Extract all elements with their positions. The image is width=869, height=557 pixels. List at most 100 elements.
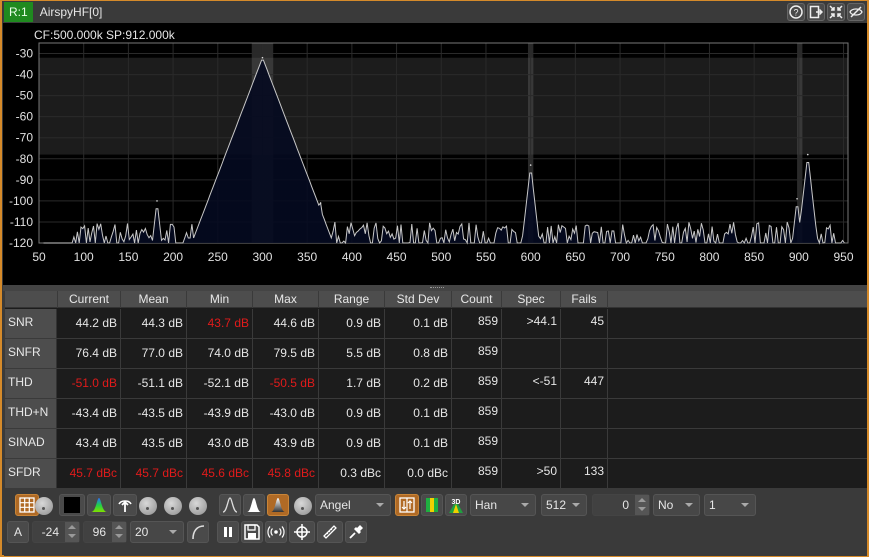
column-header[interactable]: Fails [561,291,608,308]
markers-button[interactable] [289,521,315,543]
averaging-count-value: 1 [709,498,716,512]
background-color-button[interactable] [59,494,85,516]
table-cell: 0.8 dB [385,339,452,368]
peak-filled-icon [247,498,261,512]
range-spinbox[interactable]: 96 [83,521,127,543]
rollup-badge[interactable]: R:1 [4,2,33,22]
column-header[interactable]: Current [58,291,121,308]
column-header[interactable]: Std Dev [385,291,452,308]
floppy-disk-icon [244,524,260,540]
toolbar: Angel 3D Han 512 0 No 1 A -24 96 20 [4,492,867,556]
spectrum-plot[interactable]: 50 100 150 200 250 300 350 400 450 500 550 600 650 70… [3,23,867,285]
table-row[interactable]: SNR 44.2 dB 44.3 dB 43.7 dB 44.6 dB 0.9 dB 0.1… [5,309,867,339]
averaging-count-select[interactable]: 1 [704,494,756,516]
table-cell: 44.2 dB [58,309,121,338]
decay-dial[interactable] [139,497,157,515]
spectrum-fill-button[interactable] [87,494,111,516]
table-row[interactable]: SNFR 76.4 dB 77.0 dB 74.0 dB 79.5 dB 5.5 dB 0.… [5,339,867,369]
table-cell: 43.4 dB [58,429,121,458]
table-row[interactable]: SINAD 43.4 dB 43.5 dB 43.0 dB 43.9 dB 0.9 dB 0… [5,429,867,459]
calibration-button[interactable] [317,521,343,543]
auto-scale-button[interactable]: A [7,521,29,543]
spin-up-icon[interactable] [68,525,76,529]
table-row[interactable]: THD+N -43.4 dB -43.5 dB -43.9 dB -43.0 dB 0.9… [5,399,867,429]
table-cell: 0.1 dB [385,429,452,458]
column-header[interactable] [5,291,58,308]
spin-up-icon[interactable] [638,498,646,502]
x-tick-label: 750 [655,250,675,264]
decay-divisor-dial[interactable] [164,497,182,515]
help-icon[interactable]: ? [787,3,805,21]
reference-level-spinbox[interactable]: -24 [32,521,80,543]
center-freq-span-label: CF:500.000k SP:912.000k [34,28,175,42]
table-cell: 44.6 dB [253,309,319,338]
table-cell [561,339,608,368]
histogram-button[interactable] [421,494,443,516]
chevron-down-icon [169,530,177,534]
settings-pin-button[interactable] [345,521,367,543]
table-cell: 0.9 dB [319,309,385,338]
fft-size-select[interactable]: 512 [541,494,587,516]
save-button[interactable] [241,521,263,543]
pin-icon [349,525,363,539]
color-swatch [64,497,80,513]
measurement-button[interactable] [265,521,287,543]
row-header[interactable]: SNFR [5,339,57,368]
x-tick-label: 450 [387,250,407,264]
trace-fill-button[interactable] [243,494,265,516]
trace-intensity-dial[interactable] [294,497,312,515]
table-cell: 0.1 dB [385,309,452,338]
x-tick-label: 200 [163,250,183,264]
measurements-table: Current Mean Min Max Range Std Dev Count Spec Fa… [5,291,867,489]
column-header[interactable]: Count [452,291,502,308]
waterfall-toggle-button[interactable] [395,494,419,516]
spin-down-icon[interactable] [68,534,76,538]
x-tick-label: 800 [699,250,719,264]
column-header[interactable]: Range [319,291,385,308]
column-header[interactable]: Min [187,291,253,308]
row-header[interactable]: SFDR [5,459,57,488]
stroke-dial[interactable] [189,497,207,515]
trace-gradient-button[interactable] [267,494,289,516]
table-cell: 859 [452,429,502,458]
row-header[interactable]: THD+N [5,399,57,428]
fft-offset-spinbox[interactable]: 0 [592,494,650,516]
spectrum-chart[interactable]: 50 100 150 200 250 300 350 400 450 500 550 600 650 70… [3,23,867,285]
x-tick-label: 400 [342,250,362,264]
spin-up-icon[interactable] [115,525,123,529]
table-row[interactable]: THD -51.0 dB -51.1 dB -52.1 dB -50.5 dB 1.7 d… [5,369,867,399]
column-header[interactable]: Spec [502,291,561,308]
fft-offset-value: 0 [622,498,629,512]
trace-line-button[interactable] [219,494,241,516]
chevron-down-icon [685,503,693,507]
table-cell: -52.1 dB [187,369,253,398]
colormap-select[interactable]: Angel [315,494,391,516]
fft-window-select[interactable]: Han [470,494,536,516]
table-cell: -43.5 dB [121,399,187,428]
row-header[interactable]: SNR [5,309,57,338]
x-tick-label: 900 [789,250,809,264]
y-tick-label: -110 [10,215,33,229]
x-tick-label: 250 [208,250,228,264]
averaging-mode-select[interactable]: No [653,494,700,516]
hide-icon[interactable] [847,3,865,21]
row-header[interactable]: SINAD [5,429,57,458]
grid-intensity-dial[interactable] [35,497,53,515]
spin-down-icon[interactable] [638,507,646,511]
column-header[interactable]: Max [253,291,319,308]
3d-spectrogram-button[interactable]: 3D [445,494,467,516]
table-row[interactable]: SFDR 45.7 dBc 45.7 dBc 45.6 dBc 45.8 dBc 0.3 … [5,459,867,489]
x-tick-label: 600 [521,250,541,264]
table-cell: 859 [452,399,502,428]
shrink-icon[interactable] [827,3,845,21]
pause-button[interactable] [217,521,239,543]
row-header[interactable]: THD [5,369,57,398]
column-header[interactable]: Mean [121,291,187,308]
detach-icon[interactable] [807,3,825,21]
y-tick-label: -30 [16,47,34,61]
linear-log-button[interactable] [187,521,209,543]
max-hold-button[interactable] [113,494,137,516]
spin-down-icon[interactable] [115,534,123,538]
scale-step-select[interactable]: 20 [130,521,184,543]
curve-icon [192,525,205,540]
